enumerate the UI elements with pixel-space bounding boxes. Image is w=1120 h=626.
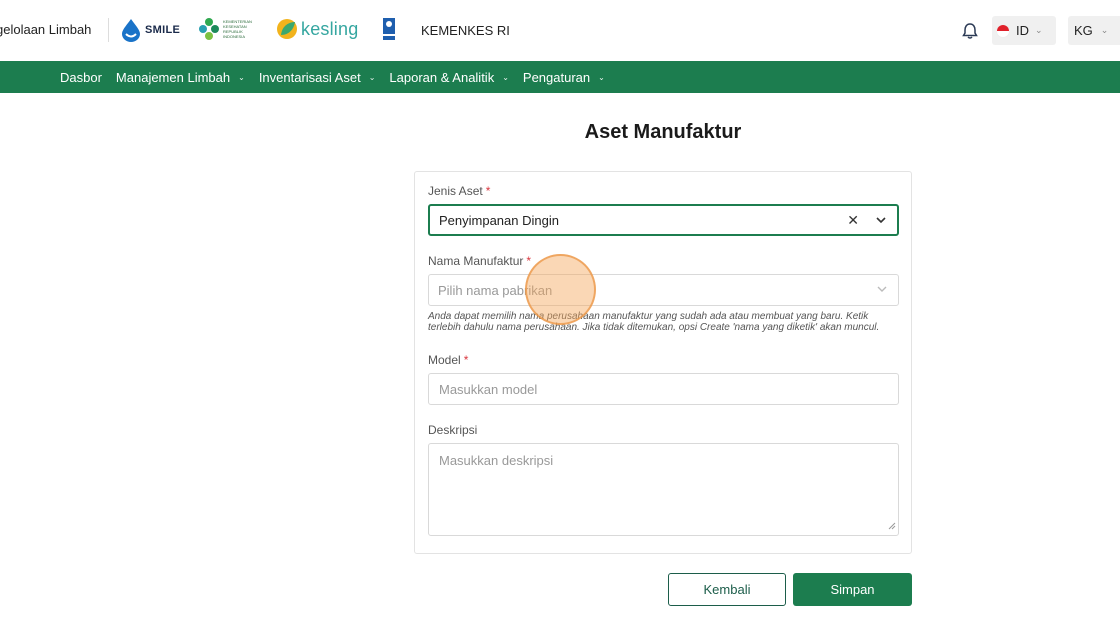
clear-icon[interactable]: ✕ — [847, 212, 859, 229]
nav-item-dasbor[interactable]: Dasbor — [60, 70, 102, 85]
header-divider — [108, 18, 109, 42]
chevron-down-icon: ⌄ — [1035, 25, 1043, 35]
back-button[interactable]: Kembali — [668, 573, 786, 606]
app-title: gelolaan Limbah — [0, 22, 92, 37]
model-input[interactable]: Masukkan model — [428, 373, 899, 405]
smile-drop-icon — [122, 19, 140, 42]
kemkes-emblem-icon — [199, 18, 219, 40]
undp-logo — [383, 18, 395, 40]
chevron-down-icon: ⌄ — [368, 72, 376, 82]
manufacturer-select[interactable]: Pilih nama pabrikan — [428, 274, 899, 306]
user-initials: KG — [1074, 23, 1093, 38]
chevron-down-icon[interactable] — [875, 214, 887, 229]
language-code: ID — [1016, 23, 1029, 38]
resize-handle-icon[interactable] — [888, 518, 896, 533]
indonesia-flag-icon — [996, 23, 1010, 38]
undp-logo-icon — [383, 18, 395, 40]
manufacturer-placeholder: Pilih nama pabrikan — [438, 282, 553, 298]
chevron-down-icon: ⌄ — [502, 72, 509, 82]
chevron-down-icon: ⌄ — [1100, 25, 1109, 35]
asset-type-label: Jenis Aset * — [428, 184, 491, 198]
smile-logo: SMILE — [120, 18, 180, 42]
kesling-leaf-icon — [277, 19, 297, 39]
kesling-logo: kesling — [276, 17, 358, 41]
org-name: KEMENKES RI — [421, 23, 510, 38]
asset-type-select[interactable]: Penyimpanan Dingin ✕ — [428, 204, 899, 236]
nav-item-inventarisasi-aset[interactable]: Inventarisasi Aset ⌄ — [259, 70, 376, 85]
nav-item-laporan-analitik[interactable]: Laporan & Analitik ⌄ — [389, 70, 509, 85]
asset-type-value: Penyimpanan Dingin — [439, 212, 559, 228]
description-textarea[interactable]: Masukkan deskripsi — [428, 443, 899, 536]
nav-item-manajemen-limbah[interactable]: Manajemen Limbah ⌄ — [116, 70, 245, 85]
page-title: Aset Manufaktur — [584, 121, 742, 143]
description-label: Deskripsi — [428, 423, 478, 437]
main-nav: Dasbor Manajemen Limbah ⌄ Inventarisasi … — [0, 61, 1120, 93]
chevron-down-icon[interactable] — [876, 283, 888, 298]
manufacturer-hint: Anda dapat memilih nama perusahaan manuf… — [428, 311, 880, 333]
kemkes-logo: KEMENTERIAN KESEHATAN REPUBLIK INDONESIA — [198, 17, 253, 41]
user-menu[interactable]: KG ⌄ — [1068, 16, 1120, 45]
model-label: Model * — [428, 353, 469, 367]
nav-item-pengaturan[interactable]: Pengaturan ⌄ — [523, 70, 605, 85]
language-selector[interactable]: ID ⌄ — [992, 16, 1056, 45]
bell-icon[interactable] — [962, 22, 978, 45]
manufacturer-label: Nama Manufaktur * — [428, 254, 532, 268]
top-header: gelolaan Limbah SMILE KEMENTERIAN KESEHA… — [0, 0, 1120, 61]
save-button[interactable]: Simpan — [793, 573, 912, 606]
asset-form-card: Jenis Aset * Penyimpanan Dingin ✕ Nama Ma… — [414, 171, 912, 554]
chevron-down-icon: ⌄ — [238, 72, 245, 82]
chevron-down-icon: ⌄ — [598, 72, 605, 82]
